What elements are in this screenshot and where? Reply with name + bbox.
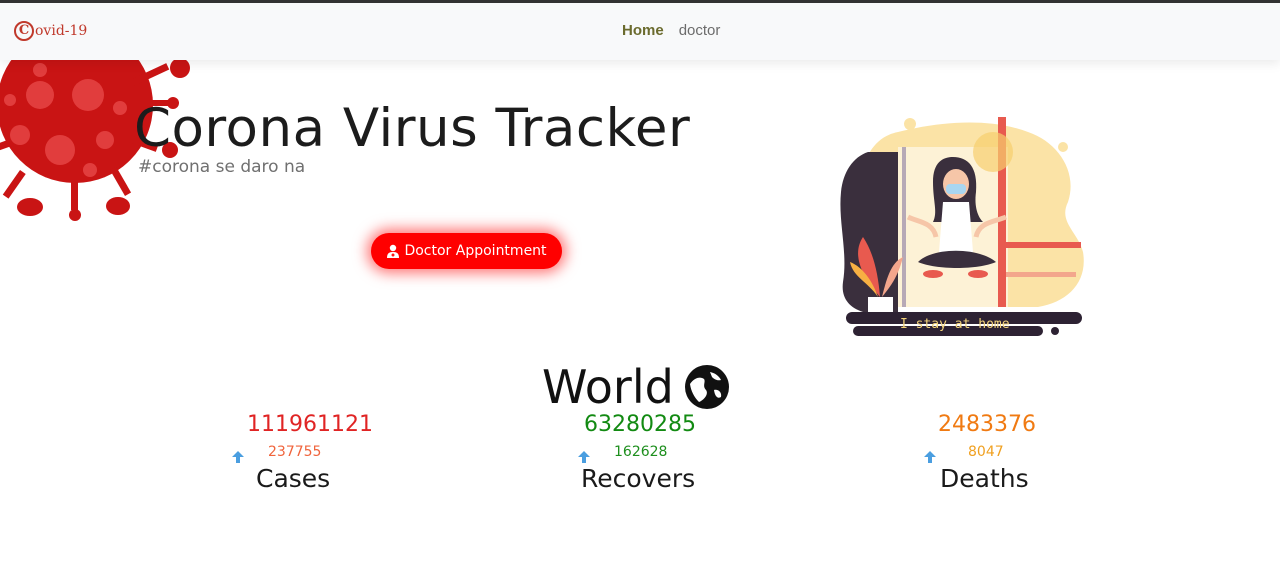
- arrow-up-icon: [232, 451, 244, 463]
- nav-link-home[interactable]: Home: [622, 22, 664, 39]
- recovers-delta: 162628: [614, 444, 668, 460]
- deaths-delta: 8047: [968, 444, 1004, 460]
- globe-icon: [684, 365, 729, 409]
- deaths-total: 2483376: [938, 412, 1036, 437]
- illustration-caption: I stay at home: [900, 317, 1010, 332]
- hero-title: Corona Virus Tracker: [134, 98, 691, 159]
- cases-total: 111961121: [247, 412, 373, 437]
- deaths-label: Deaths: [940, 464, 1029, 493]
- recovers-label: Recovers: [581, 464, 696, 493]
- arrow-up-icon: [578, 451, 590, 463]
- nav-links: Home doctor: [622, 22, 720, 39]
- world-title: World: [542, 360, 674, 414]
- cases-label: Cases: [256, 464, 331, 493]
- brand-c-icon: C: [14, 21, 34, 41]
- world-heading: World: [542, 360, 730, 414]
- doctor-icon: [387, 244, 400, 258]
- arrow-up-icon: [924, 451, 936, 463]
- nav-link-doctor[interactable]: doctor: [679, 22, 721, 39]
- doctor-appointment-label: Doctor Appointment: [404, 243, 547, 259]
- brand-logo[interactable]: C ovid-19: [14, 21, 87, 41]
- recovers-total: 63280285: [584, 412, 696, 437]
- cases-delta: 237755: [268, 444, 322, 460]
- doctor-appointment-button[interactable]: Doctor Appointment: [371, 233, 562, 269]
- navbar: C ovid-19 Home doctor: [0, 3, 1280, 60]
- hero-subtitle: #corona se daro na: [138, 157, 306, 177]
- brand-text: ovid-19: [35, 23, 88, 39]
- stay-home-illustration: [840, 117, 1084, 336]
